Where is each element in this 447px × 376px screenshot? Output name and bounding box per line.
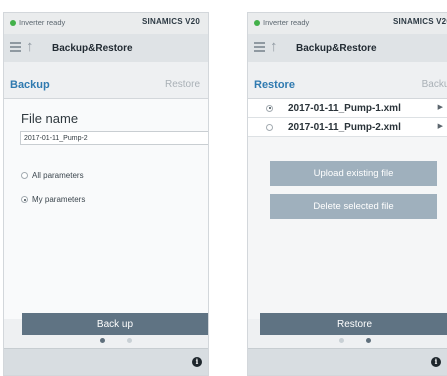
- page-dot-active: [100, 338, 105, 343]
- footer-bar: i: [248, 348, 447, 375]
- tab-backup[interactable]: Backup: [422, 79, 447, 90]
- file-name-input[interactable]: [20, 131, 208, 145]
- radio-label: My parameters: [32, 195, 86, 204]
- delete-file-button[interactable]: Delete selected file: [270, 194, 437, 219]
- page-title: Backup&Restore: [52, 43, 133, 54]
- title-bar: ↑ Backup&Restore: [248, 34, 447, 62]
- restore-screen: Inverter ready SINAMICS V20 ↑ Backup&Res…: [247, 12, 447, 376]
- file-list-item[interactable]: 2017-01-11_Pump-2.xml ▶: [248, 118, 447, 137]
- page-dot: [127, 338, 132, 343]
- radio-button-selected-icon: [266, 104, 273, 112]
- up-arrow-icon[interactable]: ↑: [26, 39, 34, 54]
- status-text: Inverter ready: [19, 18, 66, 27]
- brand-label: SINAMICS V20: [142, 17, 200, 26]
- upload-file-button[interactable]: Upload existing file: [270, 161, 437, 186]
- page-title: Backup&Restore: [296, 43, 377, 54]
- back-up-button[interactable]: Back up: [22, 313, 208, 335]
- page-indicator: [4, 338, 208, 346]
- title-bar: ↑ Backup&Restore: [4, 34, 208, 62]
- radio-all-parameters[interactable]: All parameters: [21, 171, 84, 180]
- menu-icon[interactable]: [10, 42, 21, 52]
- file-name-label: File name: [21, 111, 79, 126]
- restore-button[interactable]: Restore: [260, 313, 447, 335]
- tab-restore[interactable]: Restore: [165, 79, 200, 90]
- tab-backup[interactable]: Backup: [10, 79, 50, 91]
- page-dot-active: [366, 338, 371, 343]
- backup-content: File name All parameters My parameters: [4, 99, 208, 319]
- radio-button-icon: [266, 123, 273, 131]
- radio-button-icon: [21, 172, 28, 179]
- status-text: Inverter ready: [263, 18, 310, 27]
- footer-bar: i: [4, 348, 208, 375]
- restore-content: 2017-01-11_Pump-1.xml ▶ 2017-01-11_Pump-…: [248, 99, 447, 319]
- status-bar: Inverter ready SINAMICS V20: [248, 13, 447, 35]
- tab-bar: Backup Restore: [4, 76, 208, 99]
- chevron-right-icon: ▶: [437, 123, 443, 130]
- file-name: 2017-01-11_Pump-2.xml: [288, 121, 401, 133]
- radio-label: All parameters: [32, 171, 84, 180]
- up-arrow-icon[interactable]: ↑: [270, 39, 278, 54]
- backup-screen: Inverter ready SINAMICS V20 ↑ Backup&Res…: [3, 12, 209, 376]
- info-icon[interactable]: i: [192, 357, 202, 367]
- status-bar: Inverter ready SINAMICS V20: [4, 13, 208, 35]
- radio-my-parameters[interactable]: My parameters: [21, 195, 85, 204]
- page-indicator: [248, 338, 447, 346]
- ready-indicator-icon: [254, 20, 260, 26]
- page-dot: [339, 338, 344, 343]
- menu-icon[interactable]: [254, 42, 265, 52]
- tab-bar: Restore Backup: [248, 76, 447, 99]
- brand-label: SINAMICS V20: [393, 17, 447, 26]
- file-name: 2017-01-11_Pump-1.xml: [288, 102, 401, 114]
- file-list-item[interactable]: 2017-01-11_Pump-1.xml ▶: [248, 99, 447, 118]
- ready-indicator-icon: [10, 20, 16, 26]
- tab-restore[interactable]: Restore: [254, 79, 295, 91]
- info-icon[interactable]: i: [431, 357, 441, 367]
- chevron-right-icon: ▶: [437, 104, 443, 111]
- radio-button-selected-icon: [21, 196, 28, 203]
